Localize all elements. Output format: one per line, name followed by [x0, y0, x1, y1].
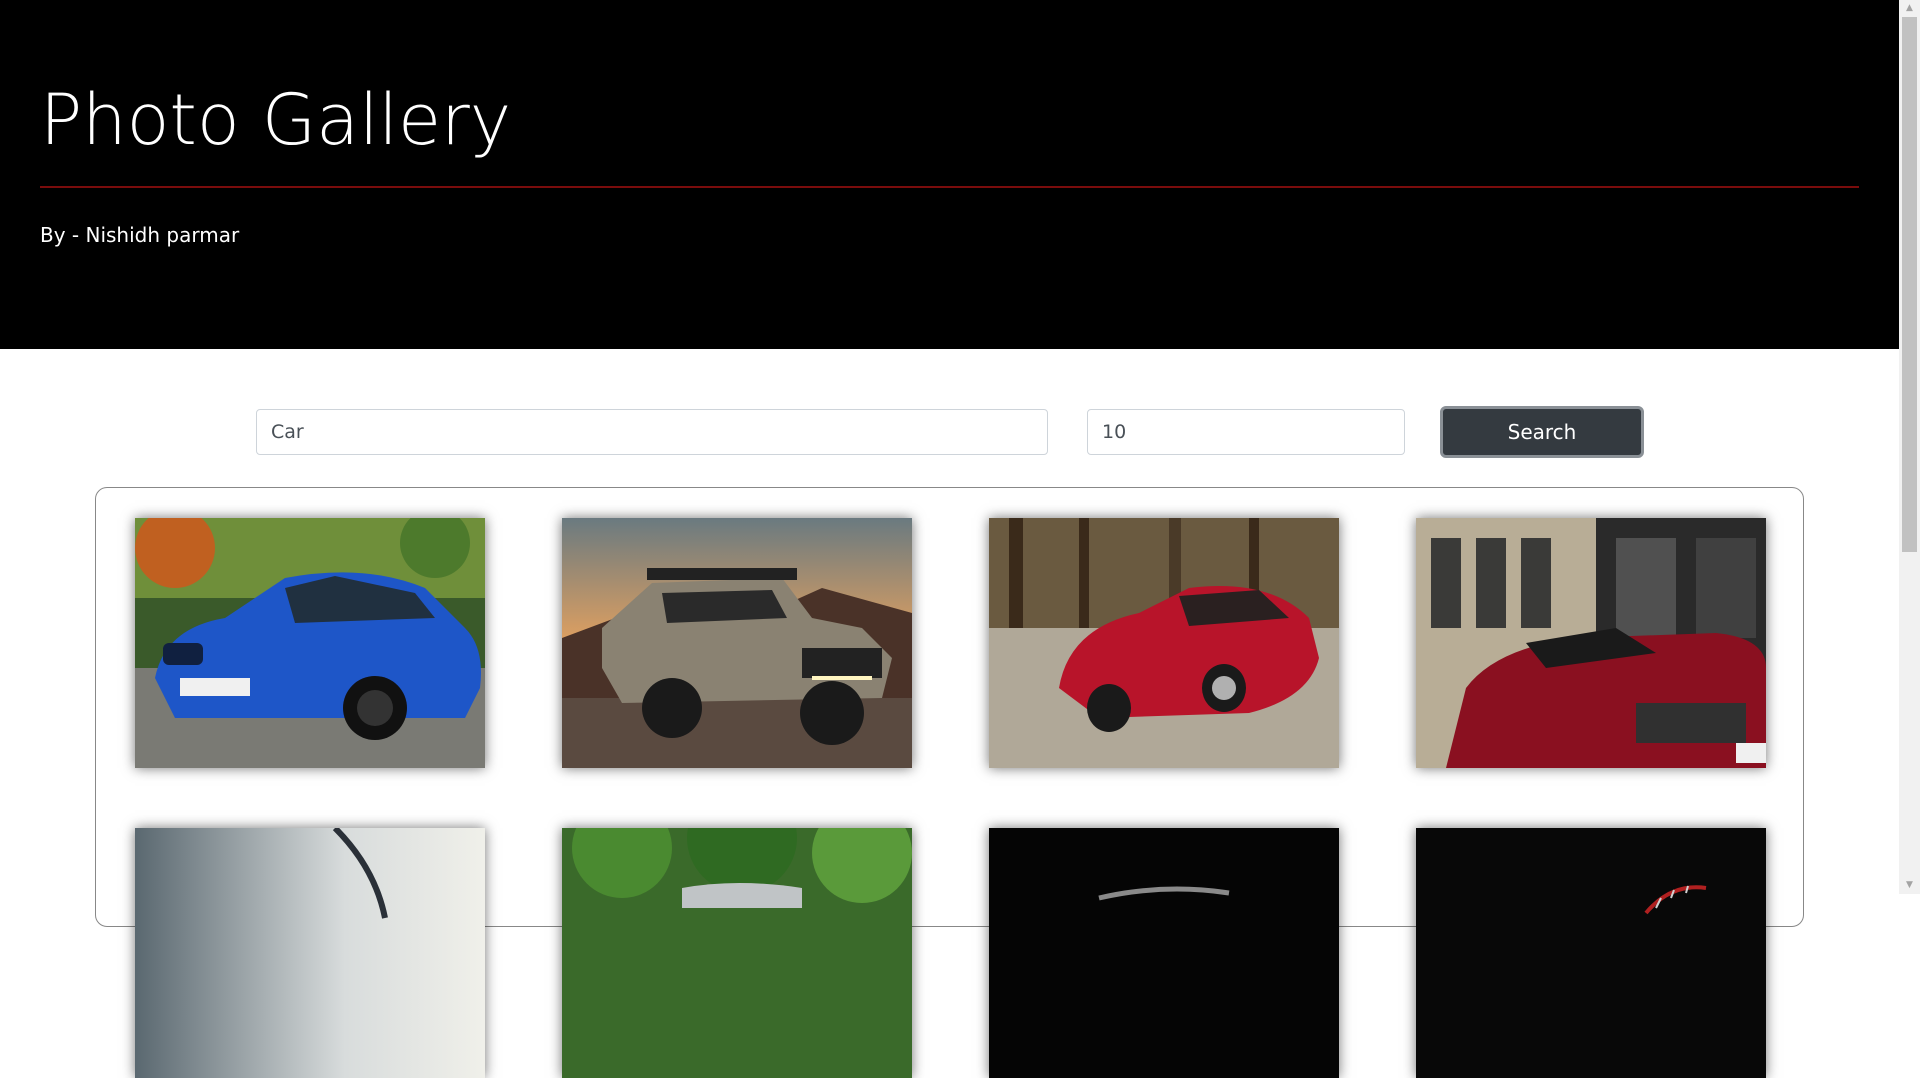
blue-sedan-photo [135, 518, 485, 768]
dark-car-photo [989, 828, 1339, 1078]
page-header: Photo Gallery By - Nishidh parmar [0, 0, 1899, 349]
speedometer-photo [1416, 828, 1766, 1078]
red-audi-rear-photo [1416, 518, 1766, 768]
gallery-photo[interactable] [135, 828, 485, 1078]
red-sports-car-photo [989, 518, 1339, 768]
gallery-photo[interactable] [1416, 828, 1766, 1078]
page-scrollbar[interactable]: ▲ ▼ [1899, 0, 1920, 894]
photo-gallery [95, 487, 1804, 1078]
scrollbar-thumb[interactable] [1902, 17, 1917, 552]
gallery-photo[interactable] [989, 828, 1339, 1078]
search-query-input[interactable] [256, 409, 1048, 455]
scroll-up-arrow-icon[interactable]: ▲ [1899, 0, 1920, 17]
page-title: Photo Gallery [40, 79, 512, 161]
result-count-input[interactable] [1087, 409, 1405, 455]
offroad-truck-photo [562, 518, 912, 768]
gallery-photo[interactable] [562, 828, 912, 1078]
header-divider [40, 186, 1859, 188]
scroll-down-arrow-icon[interactable]: ▼ [1899, 877, 1920, 894]
author-byline: By - Nishidh parmar [40, 223, 240, 247]
gallery-photo[interactable] [1416, 518, 1766, 768]
search-button[interactable]: Search [1440, 406, 1644, 458]
gallery-photo[interactable] [562, 518, 912, 768]
gallery-photo[interactable] [989, 518, 1339, 768]
car-in-forest-photo [562, 828, 912, 1078]
gallery-photo[interactable] [135, 518, 485, 768]
car-hood-closeup-photo [135, 828, 485, 1078]
